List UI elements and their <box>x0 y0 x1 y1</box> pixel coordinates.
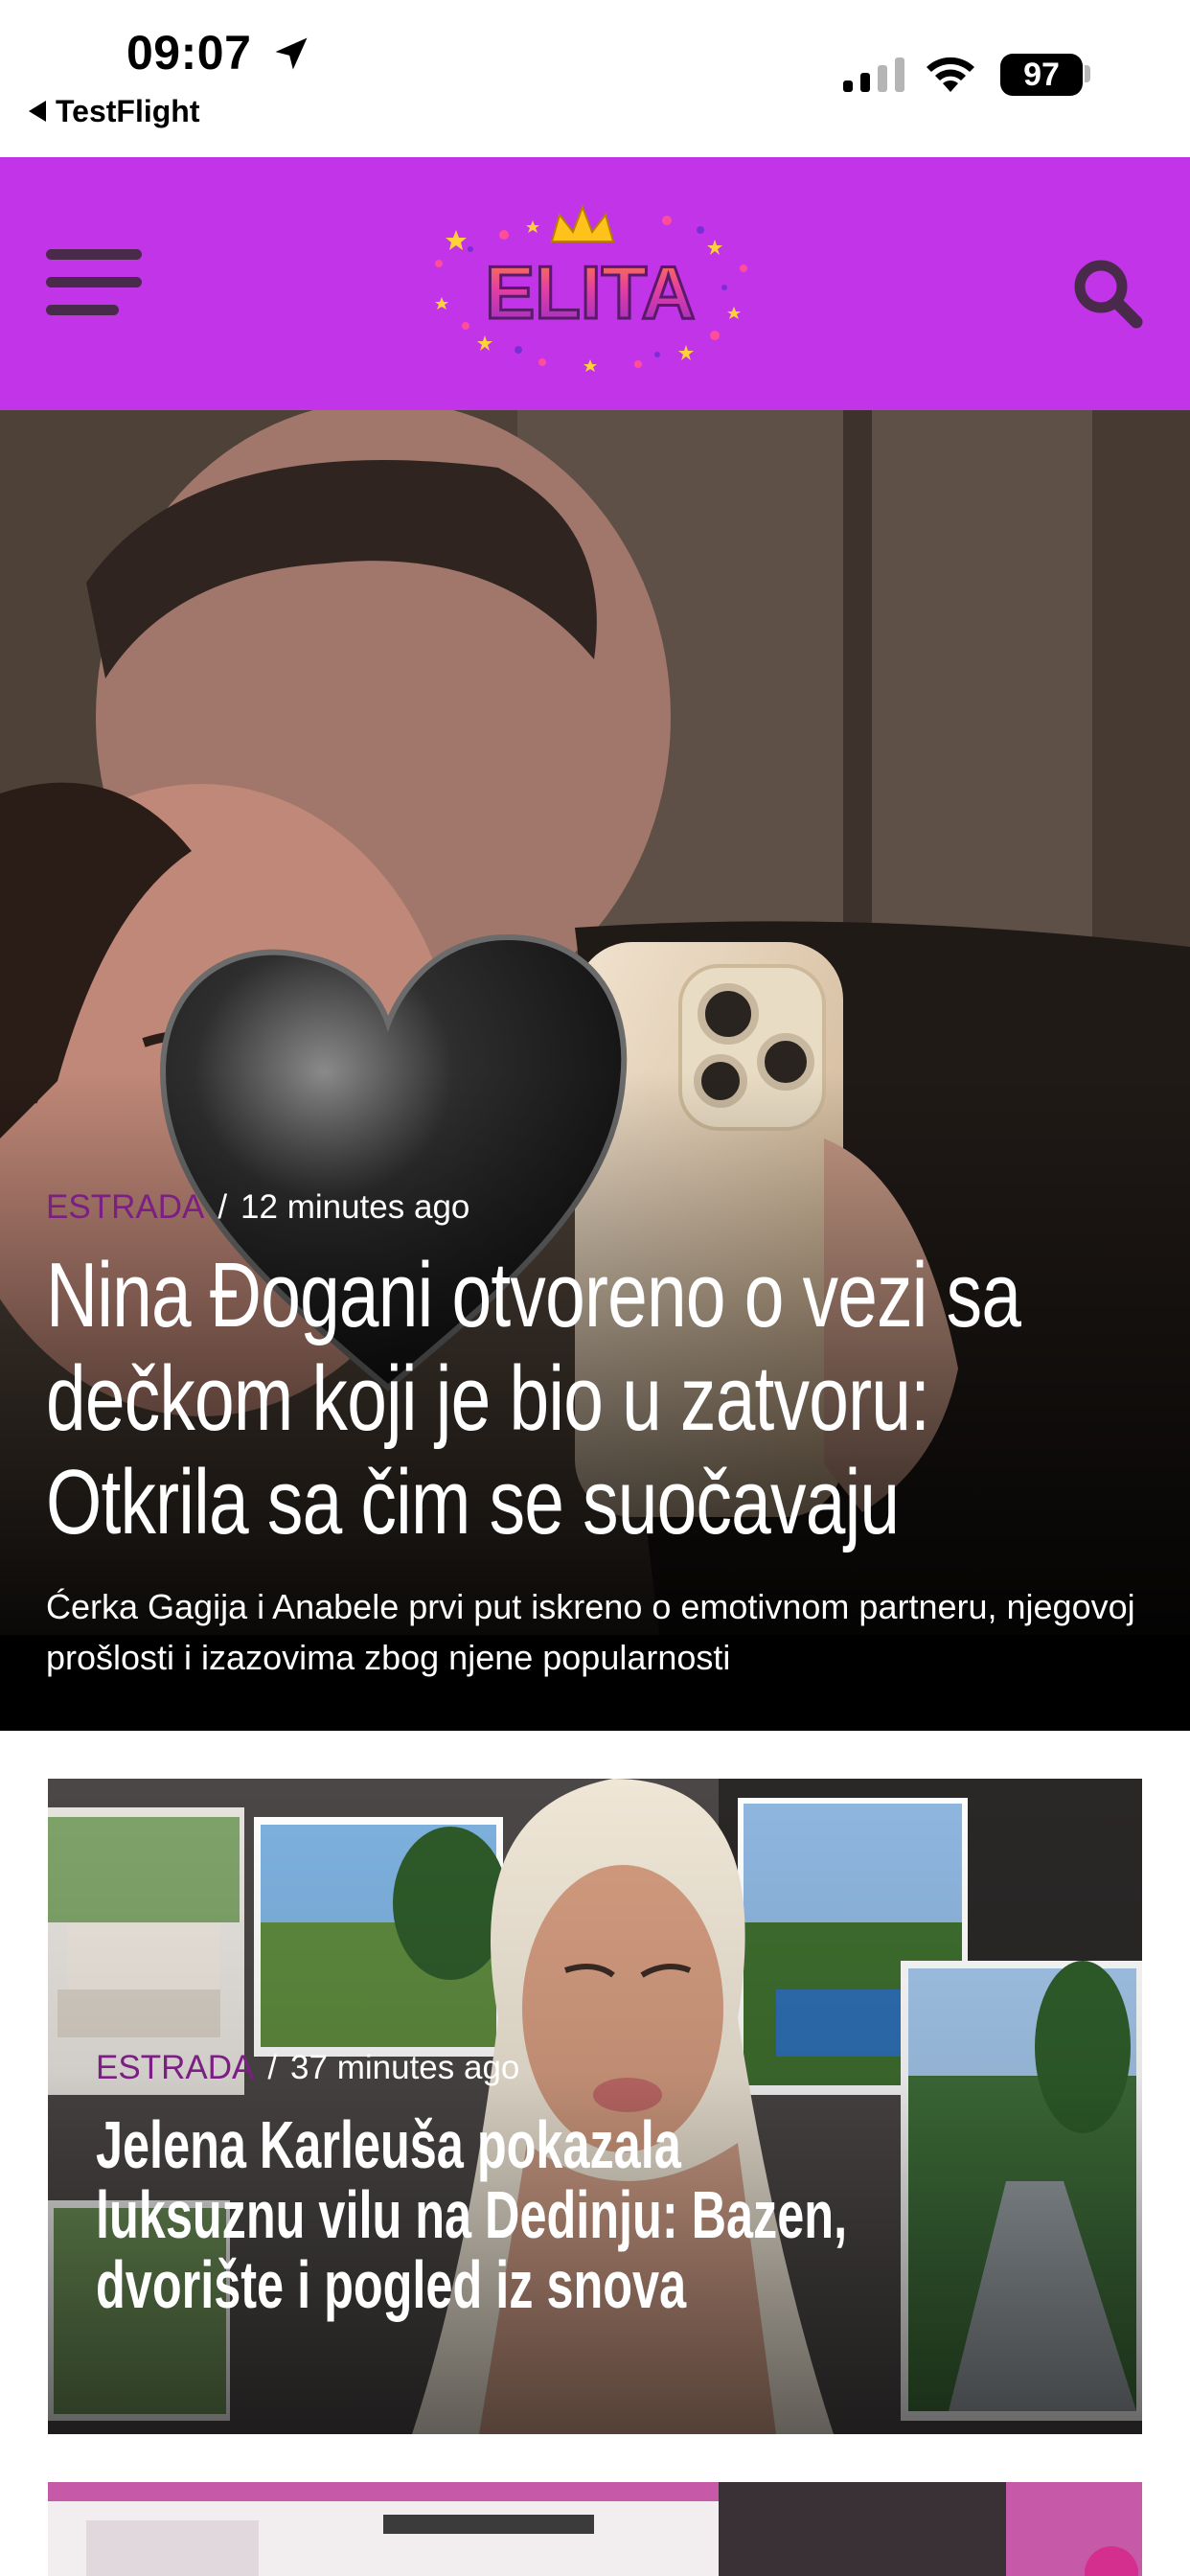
back-app-label: TestFlight <box>56 93 200 128</box>
site-header: ELITA <box>0 157 1190 410</box>
article-excerpt: Ćerka Gagija i Anabele prvi put iskreno … <box>46 1587 1135 1677</box>
article-title[interactable]: Nina Đogani otvoreno o vezi sa dečkom ko… <box>46 1244 1145 1554</box>
battery-level: 97 <box>1023 56 1060 93</box>
featured-article[interactable]: ESTRADA / 12 minutes ago Nina Đogani otv… <box>0 410 1190 1731</box>
logo-wordmark: ELITA <box>485 250 696 334</box>
elita-logo[interactable]: ELITA <box>427 192 753 383</box>
time-ago: 37 minutes ago <box>290 2049 520 2086</box>
location-arrow-icon <box>275 37 308 70</box>
time-ago: 12 minutes ago <box>240 1188 470 1226</box>
search-icon[interactable] <box>1071 257 1144 330</box>
article-card-next[interactable] <box>48 2482 1142 2576</box>
meta-separator: / <box>217 1188 228 1226</box>
meta-separator: / <box>267 2049 278 2086</box>
cellular-signal-icon <box>843 58 904 92</box>
category-link[interactable]: ESTRADA <box>46 1188 204 1227</box>
wifi-icon <box>927 57 974 92</box>
status-time: 09:07 <box>126 26 252 80</box>
article-title[interactable]: Jelena Karleuša pokazala luksuznu vilu n… <box>96 2110 855 2320</box>
article-meta: ESTRADA / 12 minutes ago <box>46 1188 469 1227</box>
category-link[interactable]: ESTRADA <box>96 2049 254 2087</box>
article-card-image <box>48 1779 1142 2434</box>
back-to-app-button[interactable]: TestFlight <box>29 92 200 130</box>
status-bar: 09:07 TestFlight 97 <box>0 0 1190 157</box>
article-card-image <box>48 2482 1142 2576</box>
hamburger-menu-icon[interactable] <box>46 249 146 316</box>
battery-indicator: 97 <box>1000 54 1083 96</box>
article-meta: ESTRADA / 37 minutes ago <box>96 2049 519 2087</box>
article-card[interactable]: ESTRADA / 37 minutes ago Jelena Karleuša… <box>48 1779 1142 2434</box>
battery-tip <box>1085 65 1090 82</box>
back-triangle-icon <box>29 101 46 122</box>
